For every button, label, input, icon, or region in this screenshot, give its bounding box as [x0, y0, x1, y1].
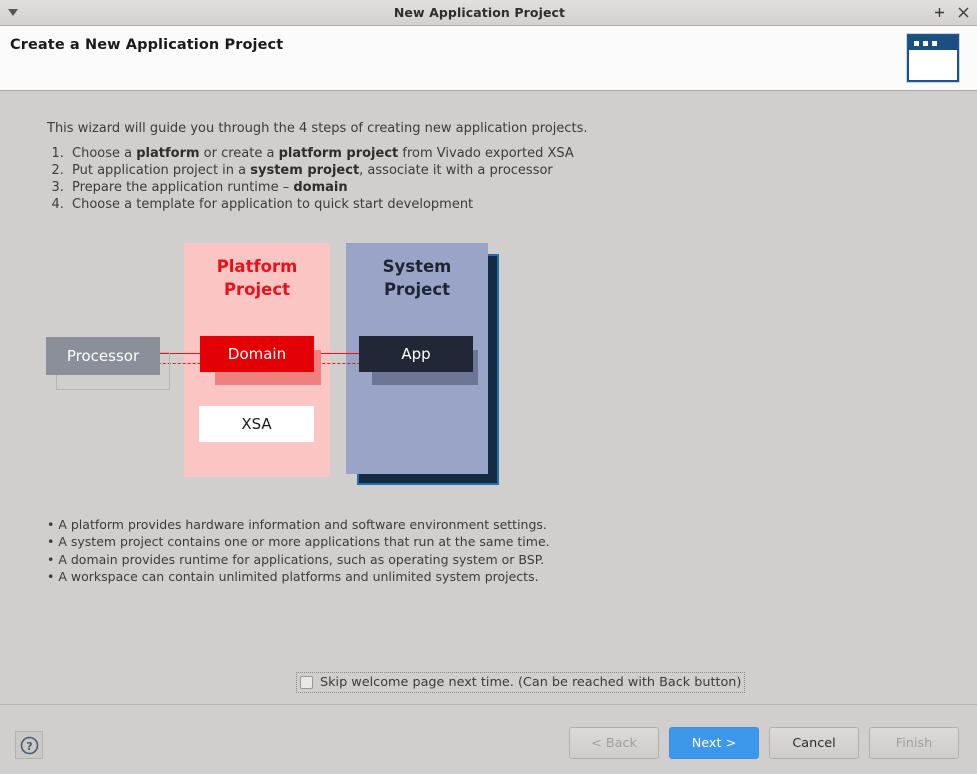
step-item: Prepare the application runtime – domain	[68, 179, 574, 196]
system-project-title-line1: System	[346, 255, 488, 278]
note-item: • A domain provides runtime for applicat…	[47, 551, 550, 568]
note-item: • A system project contains one or more …	[47, 533, 550, 550]
step-text-pre: Prepare the application runtime –	[72, 180, 293, 195]
window-controls	[933, 6, 977, 19]
skip-welcome-label[interactable]: Skip welcome page next time. (Can be rea…	[320, 675, 741, 690]
platform-project-title: Platform Project	[184, 255, 330, 301]
skip-welcome-checkbox[interactable]	[300, 676, 313, 689]
step-text-bold-2: platform project	[279, 146, 399, 161]
domain-node: Domain	[200, 336, 314, 372]
step-item: Choose a platform or create a platform p…	[68, 145, 574, 162]
system-project-title: System Project	[346, 255, 488, 301]
xsa-node: XSA	[199, 406, 314, 442]
step-text-pre: Choose a template for application to qui…	[72, 197, 473, 212]
platform-project-title-line2: Project	[184, 278, 330, 301]
platform-project-title-line1: Platform	[184, 255, 330, 278]
application-window-icon	[907, 34, 959, 82]
step-text-post: from Vivado exported XSA	[398, 146, 574, 161]
step-text-post: , associate it with a processor	[359, 163, 553, 178]
page-title: Create a New Application Project	[10, 37, 283, 53]
cancel-button[interactable]: Cancel	[769, 727, 859, 759]
note-item: • A workspace can contain unlimited plat…	[47, 568, 550, 585]
wizard-footer: ? < Back Next > Cancel Finish	[0, 704, 977, 774]
note-item: • A platform provides hardware informati…	[47, 516, 550, 533]
wizard-header: Create a New Application Project	[0, 26, 977, 91]
svg-text:?: ?	[26, 740, 32, 753]
step-item: Put application project in a system proj…	[68, 162, 574, 179]
step-text-pre: Choose a	[72, 146, 136, 161]
window-titlebar: New Application Project	[0, 0, 977, 26]
processor-node: Processor	[46, 337, 160, 375]
finish-button[interactable]: Finish	[869, 727, 959, 759]
architecture-diagram: Platform Project System Project Processo…	[0, 240, 560, 500]
back-button[interactable]: < Back	[569, 727, 659, 759]
chevron-down-icon[interactable]	[0, 0, 26, 26]
steps-list: Choose a platform or create a platform p…	[47, 145, 574, 213]
step-item: Choose a template for application to qui…	[68, 196, 574, 213]
step-text-bold-1: system project	[250, 163, 359, 178]
step-text-pre: Put application project in a	[72, 163, 250, 178]
application-window-icon-dot	[932, 41, 937, 46]
application-window-icon-dot	[923, 41, 928, 46]
wizard-button-row: < Back Next > Cancel Finish	[569, 727, 959, 759]
help-question-icon[interactable]: ?	[15, 731, 43, 759]
step-text-bold-1: domain	[293, 180, 347, 195]
app-node: App	[359, 336, 473, 372]
application-window-icon-titlebar	[909, 36, 957, 50]
step-text-bold-1: platform	[136, 146, 199, 161]
application-window-icon-dot	[914, 41, 919, 46]
wizard-body: This wizard will guide you through the 4…	[0, 92, 977, 704]
notes-list: • A platform provides hardware informati…	[47, 516, 550, 585]
step-text-mid: or create a	[200, 146, 279, 161]
window-title: New Application Project	[26, 5, 933, 20]
system-project-title-line2: Project	[346, 278, 488, 301]
intro-text: This wizard will guide you through the 4…	[47, 121, 587, 136]
plus-icon[interactable]	[933, 6, 946, 19]
skip-welcome-checkbox-row[interactable]: Skip welcome page next time. (Can be rea…	[296, 672, 745, 693]
close-icon[interactable]	[957, 6, 970, 19]
next-button[interactable]: Next >	[669, 727, 759, 759]
